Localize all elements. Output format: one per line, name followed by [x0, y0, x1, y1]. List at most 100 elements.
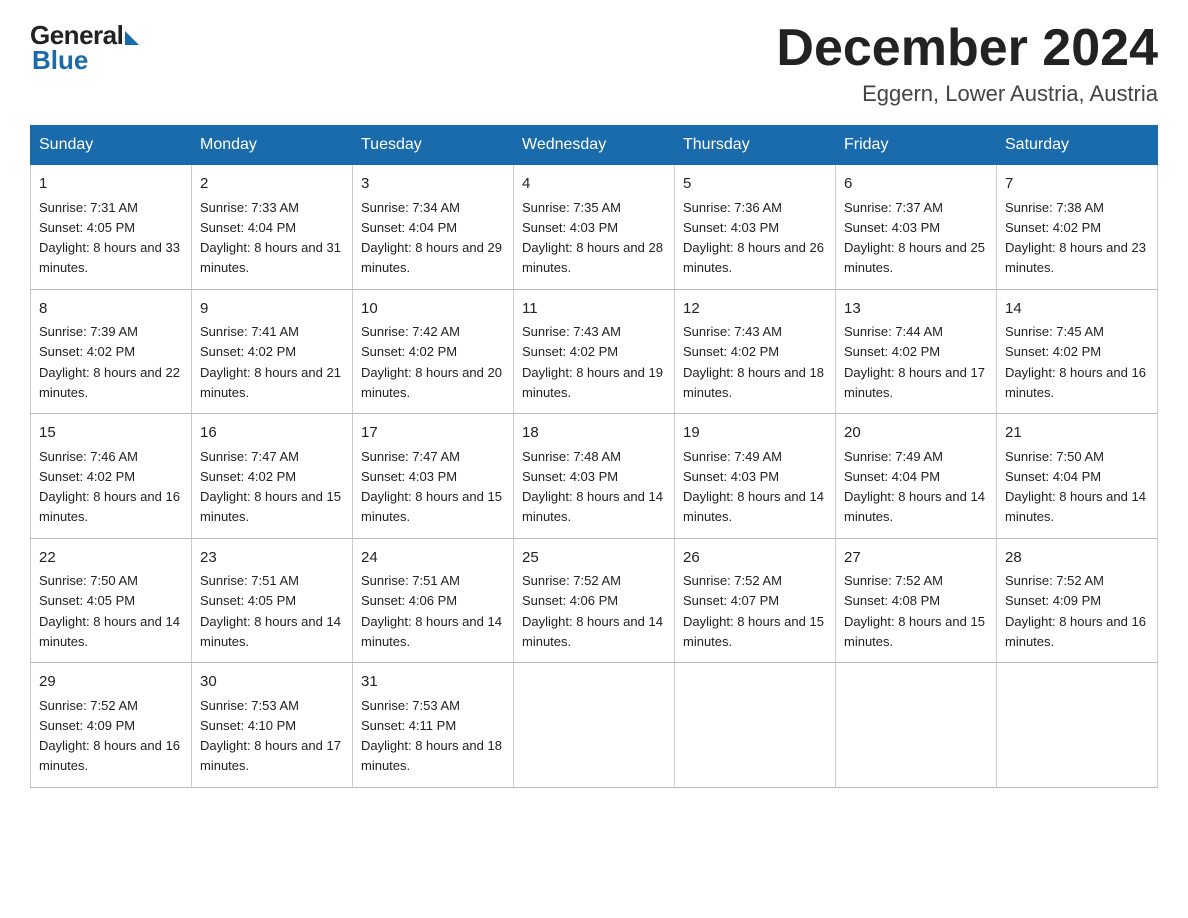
- day-number: 19: [683, 422, 827, 445]
- day-number: 28: [1005, 547, 1149, 570]
- title-area: December 2024 Eggern, Lower Austria, Aus…: [776, 20, 1158, 107]
- calendar-cell: 17 Sunrise: 7:47 AMSunset: 4:03 PMDaylig…: [353, 414, 514, 539]
- day-number: 16: [200, 422, 344, 445]
- day-number: 29: [39, 671, 183, 694]
- day-info: Sunrise: 7:41 AMSunset: 4:02 PMDaylight:…: [200, 324, 341, 400]
- day-info: Sunrise: 7:49 AMSunset: 4:04 PMDaylight:…: [844, 449, 985, 525]
- calendar-cell: 4 Sunrise: 7:35 AMSunset: 4:03 PMDayligh…: [514, 165, 675, 290]
- calendar-cell: 3 Sunrise: 7:34 AMSunset: 4:04 PMDayligh…: [353, 165, 514, 290]
- day-info: Sunrise: 7:46 AMSunset: 4:02 PMDaylight:…: [39, 449, 180, 525]
- header-sunday: Sunday: [31, 126, 192, 165]
- day-info: Sunrise: 7:43 AMSunset: 4:02 PMDaylight:…: [683, 324, 824, 400]
- calendar-cell: 12 Sunrise: 7:43 AMSunset: 4:02 PMDaylig…: [675, 289, 836, 414]
- day-info: Sunrise: 7:47 AMSunset: 4:02 PMDaylight:…: [200, 449, 341, 525]
- day-info: Sunrise: 7:38 AMSunset: 4:02 PMDaylight:…: [1005, 200, 1146, 276]
- day-info: Sunrise: 7:51 AMSunset: 4:06 PMDaylight:…: [361, 573, 502, 649]
- day-number: 27: [844, 547, 988, 570]
- calendar-cell: 9 Sunrise: 7:41 AMSunset: 4:02 PMDayligh…: [192, 289, 353, 414]
- day-number: 6: [844, 173, 988, 196]
- day-number: 2: [200, 173, 344, 196]
- calendar-cell: 28 Sunrise: 7:52 AMSunset: 4:09 PMDaylig…: [997, 538, 1158, 663]
- header-wednesday: Wednesday: [514, 126, 675, 165]
- day-number: 11: [522, 298, 666, 321]
- calendar-cell: 1 Sunrise: 7:31 AMSunset: 4:05 PMDayligh…: [31, 165, 192, 290]
- page-header: General Blue December 2024 Eggern, Lower…: [30, 20, 1158, 107]
- day-number: 4: [522, 173, 666, 196]
- day-info: Sunrise: 7:36 AMSunset: 4:03 PMDaylight:…: [683, 200, 824, 276]
- day-info: Sunrise: 7:51 AMSunset: 4:05 PMDaylight:…: [200, 573, 341, 649]
- calendar-cell: 31 Sunrise: 7:53 AMSunset: 4:11 PMDaylig…: [353, 663, 514, 788]
- calendar-cell: [997, 663, 1158, 788]
- day-info: Sunrise: 7:31 AMSunset: 4:05 PMDaylight:…: [39, 200, 180, 276]
- calendar-cell: 15 Sunrise: 7:46 AMSunset: 4:02 PMDaylig…: [31, 414, 192, 539]
- calendar-cell: 5 Sunrise: 7:36 AMSunset: 4:03 PMDayligh…: [675, 165, 836, 290]
- calendar-cell: 24 Sunrise: 7:51 AMSunset: 4:06 PMDaylig…: [353, 538, 514, 663]
- day-number: 10: [361, 298, 505, 321]
- header-thursday: Thursday: [675, 126, 836, 165]
- day-info: Sunrise: 7:53 AMSunset: 4:10 PMDaylight:…: [200, 698, 341, 774]
- month-title: December 2024: [776, 20, 1158, 77]
- calendar-week-row: 15 Sunrise: 7:46 AMSunset: 4:02 PMDaylig…: [31, 414, 1158, 539]
- calendar-cell: 13 Sunrise: 7:44 AMSunset: 4:02 PMDaylig…: [836, 289, 997, 414]
- day-info: Sunrise: 7:33 AMSunset: 4:04 PMDaylight:…: [200, 200, 341, 276]
- calendar-cell: 14 Sunrise: 7:45 AMSunset: 4:02 PMDaylig…: [997, 289, 1158, 414]
- day-number: 26: [683, 547, 827, 570]
- calendar-cell: 10 Sunrise: 7:42 AMSunset: 4:02 PMDaylig…: [353, 289, 514, 414]
- day-number: 24: [361, 547, 505, 570]
- day-number: 20: [844, 422, 988, 445]
- calendar-cell: 11 Sunrise: 7:43 AMSunset: 4:02 PMDaylig…: [514, 289, 675, 414]
- day-number: 9: [200, 298, 344, 321]
- day-info: Sunrise: 7:35 AMSunset: 4:03 PMDaylight:…: [522, 200, 663, 276]
- day-info: Sunrise: 7:48 AMSunset: 4:03 PMDaylight:…: [522, 449, 663, 525]
- calendar-cell: 18 Sunrise: 7:48 AMSunset: 4:03 PMDaylig…: [514, 414, 675, 539]
- calendar-cell: 27 Sunrise: 7:52 AMSunset: 4:08 PMDaylig…: [836, 538, 997, 663]
- day-number: 25: [522, 547, 666, 570]
- day-number: 8: [39, 298, 183, 321]
- day-number: 30: [200, 671, 344, 694]
- day-info: Sunrise: 7:34 AMSunset: 4:04 PMDaylight:…: [361, 200, 502, 276]
- calendar-cell: 22 Sunrise: 7:50 AMSunset: 4:05 PMDaylig…: [31, 538, 192, 663]
- calendar-header: Sunday Monday Tuesday Wednesday Thursday…: [31, 126, 1158, 165]
- day-info: Sunrise: 7:42 AMSunset: 4:02 PMDaylight:…: [361, 324, 502, 400]
- day-number: 7: [1005, 173, 1149, 196]
- location-title: Eggern, Lower Austria, Austria: [776, 81, 1158, 107]
- day-info: Sunrise: 7:39 AMSunset: 4:02 PMDaylight:…: [39, 324, 180, 400]
- weekday-header-row: Sunday Monday Tuesday Wednesday Thursday…: [31, 126, 1158, 165]
- header-monday: Monday: [192, 126, 353, 165]
- day-info: Sunrise: 7:49 AMSunset: 4:03 PMDaylight:…: [683, 449, 824, 525]
- day-info: Sunrise: 7:52 AMSunset: 4:06 PMDaylight:…: [522, 573, 663, 649]
- calendar-cell: 2 Sunrise: 7:33 AMSunset: 4:04 PMDayligh…: [192, 165, 353, 290]
- calendar-cell: 29 Sunrise: 7:52 AMSunset: 4:09 PMDaylig…: [31, 663, 192, 788]
- day-number: 31: [361, 671, 505, 694]
- calendar-week-row: 22 Sunrise: 7:50 AMSunset: 4:05 PMDaylig…: [31, 538, 1158, 663]
- day-info: Sunrise: 7:52 AMSunset: 4:09 PMDaylight:…: [39, 698, 180, 774]
- day-info: Sunrise: 7:44 AMSunset: 4:02 PMDaylight:…: [844, 324, 985, 400]
- header-tuesday: Tuesday: [353, 126, 514, 165]
- day-info: Sunrise: 7:37 AMSunset: 4:03 PMDaylight:…: [844, 200, 985, 276]
- calendar-cell: 8 Sunrise: 7:39 AMSunset: 4:02 PMDayligh…: [31, 289, 192, 414]
- calendar-cell: 16 Sunrise: 7:47 AMSunset: 4:02 PMDaylig…: [192, 414, 353, 539]
- day-info: Sunrise: 7:52 AMSunset: 4:08 PMDaylight:…: [844, 573, 985, 649]
- day-number: 3: [361, 173, 505, 196]
- calendar-cell: 23 Sunrise: 7:51 AMSunset: 4:05 PMDaylig…: [192, 538, 353, 663]
- calendar-cell: [514, 663, 675, 788]
- day-info: Sunrise: 7:52 AMSunset: 4:07 PMDaylight:…: [683, 573, 824, 649]
- calendar-cell: 26 Sunrise: 7:52 AMSunset: 4:07 PMDaylig…: [675, 538, 836, 663]
- day-info: Sunrise: 7:53 AMSunset: 4:11 PMDaylight:…: [361, 698, 502, 774]
- calendar-cell: 21 Sunrise: 7:50 AMSunset: 4:04 PMDaylig…: [997, 414, 1158, 539]
- calendar-cell: 25 Sunrise: 7:52 AMSunset: 4:06 PMDaylig…: [514, 538, 675, 663]
- header-friday: Friday: [836, 126, 997, 165]
- day-number: 22: [39, 547, 183, 570]
- calendar-week-row: 1 Sunrise: 7:31 AMSunset: 4:05 PMDayligh…: [31, 165, 1158, 290]
- logo-blue-text: Blue: [32, 45, 88, 76]
- calendar-cell: 19 Sunrise: 7:49 AMSunset: 4:03 PMDaylig…: [675, 414, 836, 539]
- calendar-table: Sunday Monday Tuesday Wednesday Thursday…: [30, 125, 1158, 788]
- day-info: Sunrise: 7:45 AMSunset: 4:02 PMDaylight:…: [1005, 324, 1146, 400]
- day-number: 14: [1005, 298, 1149, 321]
- calendar-week-row: 29 Sunrise: 7:52 AMSunset: 4:09 PMDaylig…: [31, 663, 1158, 788]
- day-info: Sunrise: 7:50 AMSunset: 4:05 PMDaylight:…: [39, 573, 180, 649]
- day-info: Sunrise: 7:47 AMSunset: 4:03 PMDaylight:…: [361, 449, 502, 525]
- day-number: 5: [683, 173, 827, 196]
- logo-arrow-icon: [125, 31, 139, 45]
- calendar-cell: [675, 663, 836, 788]
